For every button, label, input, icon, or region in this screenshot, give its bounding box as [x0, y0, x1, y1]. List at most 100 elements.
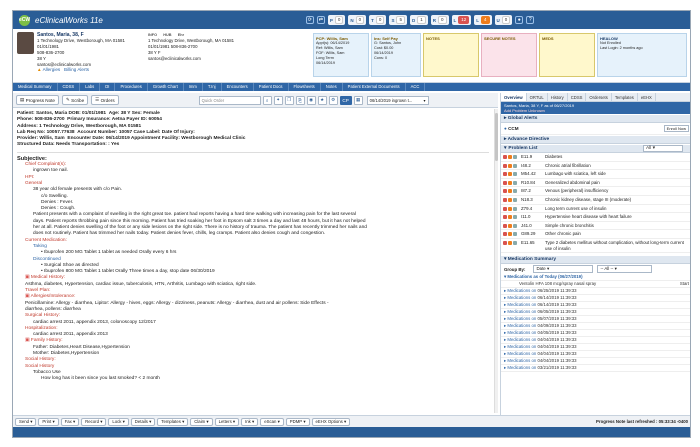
counter-r[interactable]: R0: [430, 15, 449, 25]
main-tab-10[interactable]: Flowsheets: [289, 83, 321, 91]
medication-date-row[interactable]: ▸ Medications on 06/25/2019 11:39:33: [501, 288, 690, 296]
problem-info-icon[interactable]: [513, 189, 517, 194]
medication-date-row[interactable]: ▸ Medications on 04/04/2019 11:39:33: [501, 358, 690, 366]
allergies-link[interactable]: Allergies: [43, 67, 61, 72]
right-tab-0[interactable]: Overview: [501, 93, 527, 101]
notes-box[interactable]: NOTES: [423, 33, 479, 77]
medication-date-row[interactable]: ▸ Medications on 04/04/2019 11:39:33: [501, 351, 690, 359]
problem-info-icon[interactable]: [513, 163, 517, 168]
progress-note-button[interactable]: ▤ Progress Note: [16, 95, 59, 105]
main-tab-9[interactable]: Patient Docs: [254, 83, 289, 91]
problem-list-section[interactable]: ▾ Problem List All ▾: [501, 145, 690, 153]
problem-info-icon[interactable]: [513, 180, 517, 185]
all-select[interactable]: -- All -- ▾: [597, 265, 653, 274]
right-tab-5[interactable]: Templates: [612, 93, 638, 101]
right-tab-1[interactable]: ORTUL: [527, 93, 548, 101]
medication-date-row[interactable]: ▸ Medications on 03/21/2019 11:39:33: [501, 365, 690, 373]
bottom-button-eehx-options[interactable]: eEHX Options ▾: [311, 417, 351, 426]
problem-row[interactable]: E11.9 Diabetes: [501, 153, 690, 162]
medication-date-row[interactable]: ▸ Medications on 04/04/2019 11:39:33: [501, 337, 690, 345]
problem-info-icon[interactable]: [513, 206, 517, 211]
quick-order-input[interactable]: Quick Order: [198, 95, 261, 105]
bottom-button-ink[interactable]: Ink ▾: [241, 417, 259, 426]
problem-edit-icon[interactable]: [508, 206, 512, 211]
orders-button[interactable]: ☰ Orders: [91, 95, 119, 105]
counter-l[interactable]: L 12: [451, 15, 472, 25]
problem-info-icon[interactable]: [513, 223, 517, 228]
counter-l2[interactable]: L4: [474, 15, 492, 25]
main-tab-12[interactable]: Patient External Documents: [343, 83, 406, 91]
medication-date-row[interactable]: ▸ Medications on 04/04/2019 11:39:33: [501, 344, 690, 352]
problem-filter-select[interactable]: All ▾: [643, 145, 683, 152]
main-tab-3[interactable]: DI: [100, 83, 116, 91]
user-icon[interactable]: ●: [515, 16, 524, 24]
problem-edit-icon[interactable]: [508, 197, 512, 202]
bottom-button-send[interactable]: Send ▾: [15, 417, 37, 426]
healow-box[interactable]: HEALOW Not Enrolled Last Login: 2 months…: [597, 33, 687, 77]
switch-icon[interactable]: ⇄: [316, 16, 325, 24]
bottom-button-record[interactable]: Record ▾: [81, 417, 107, 426]
problem-row[interactable]: R10.84 Generalized abdominal pain: [501, 179, 690, 188]
med-as-of-row[interactable]: ▾ Medications as of Today (06/27/2019): [501, 274, 690, 282]
cp-button[interactable]: CP: [339, 95, 352, 105]
main-tab-0[interactable]: Medical Summary: [13, 83, 58, 91]
copy-icon[interactable]: ❐: [284, 95, 294, 105]
eye-icon[interactable]: ◉: [306, 95, 316, 105]
refresh-icon[interactable]: ⟳: [305, 16, 314, 24]
right-tab-6[interactable]: eEHX: [638, 93, 656, 101]
problem-info-icon[interactable]: [513, 215, 517, 220]
problem-info-icon[interactable]: [513, 232, 517, 237]
enroll-now-button[interactable]: Enroll Now: [663, 125, 689, 132]
meds-box[interactable]: MEDS: [539, 33, 595, 77]
main-tab-8[interactable]: Encounters: [222, 83, 254, 91]
main-tab-1[interactable]: CDSS: [58, 83, 81, 91]
counter-n[interactable]: N0: [348, 15, 367, 25]
right-tab-4[interactable]: Ordersets: [586, 93, 612, 101]
problem-info-icon[interactable]: [513, 240, 517, 245]
help-icon[interactable]: ?: [526, 16, 535, 24]
advance-directive-section[interactable]: ▸ Advance Directive: [501, 136, 690, 144]
problem-row[interactable]: M54.42 Lumbago with sciatica, left side: [501, 170, 690, 179]
secure-notes-box[interactable]: SECURE NOTES: [481, 33, 537, 77]
medication-date-row[interactable]: ▸ Medications on 04/09/2019 11:39:33: [501, 323, 690, 331]
right-tab-3[interactable]: CDSS: [568, 93, 587, 101]
billing-alerts-link[interactable]: Billing Alerts: [64, 67, 89, 72]
bottom-button-pdmp[interactable]: PDMP ▾: [285, 417, 310, 426]
document-icon[interactable]: ▦: [353, 95, 363, 105]
note-scrollbar[interactable]: [494, 109, 498, 413]
group-by-select[interactable]: Date ▾: [533, 265, 594, 274]
right-tab-2[interactable]: History: [548, 93, 568, 101]
problem-row[interactable]: Z79.4 Long term current use of insulin: [501, 205, 690, 214]
star-icon[interactable]: ★: [317, 95, 327, 105]
problem-row[interactable]: I48.2 Chronic atrial fibrillation: [501, 162, 690, 171]
bottom-button-escan[interactable]: eScan ▾: [260, 417, 284, 426]
scribe-button[interactable]: ✎ Scribe: [62, 95, 89, 105]
counter-p[interactable]: P0: [327, 15, 346, 25]
bottom-button-templates[interactable]: Templates ▾: [157, 417, 189, 426]
global-alerts-section[interactable]: ▸ Global Alerts: [501, 115, 690, 123]
medication-date-row[interactable]: ▸ Medications on 05/07/2019 11:39:33: [501, 316, 690, 324]
pcp-box[interactable]: PCP: Willis, Sam Appt(s): 06/14/2019 Ref…: [313, 33, 369, 77]
paste-icon[interactable]: ⎘: [295, 95, 305, 105]
counter-u[interactable]: U0: [494, 15, 513, 25]
med-first-row[interactable]: Ventolin HFA 108 mcg/spray nasal spray St…: [501, 281, 690, 289]
problem-row[interactable]: E11.65 Type 2 diabetes mellitus without c…: [501, 239, 690, 254]
problem-edit-icon[interactable]: [508, 215, 512, 220]
problem-row[interactable]: J41.0 Simple chronic bronchitis: [501, 222, 690, 231]
main-tab-6[interactable]: Imm: [184, 83, 203, 91]
problem-edit-icon[interactable]: [508, 189, 512, 194]
main-tab-13[interactable]: ACC: [406, 83, 426, 91]
bottom-button-details[interactable]: Details ▾: [130, 417, 156, 426]
problem-edit-icon[interactable]: [508, 155, 512, 159]
counter-t[interactable]: T0: [369, 15, 387, 25]
main-tab-4[interactable]: Procedures: [115, 83, 148, 91]
counter-s[interactable]: S5: [389, 15, 407, 25]
bottom-button-lock[interactable]: Lock ▾: [108, 417, 129, 426]
medication-date-row[interactable]: ▸ Medications on 06/14/2019 11:39:33: [501, 295, 690, 303]
medication-date-row[interactable]: ▸ Medications on 06/05/2019 11:39:33: [501, 309, 690, 317]
main-tab-11[interactable]: Notes: [321, 83, 343, 91]
pin-icon[interactable]: ✦: [273, 95, 283, 105]
main-tab-5[interactable]: Growth Chart: [148, 83, 184, 91]
problem-edit-icon[interactable]: [508, 223, 512, 228]
problem-row[interactable]: G89.29 Other chronic pain: [501, 230, 690, 239]
